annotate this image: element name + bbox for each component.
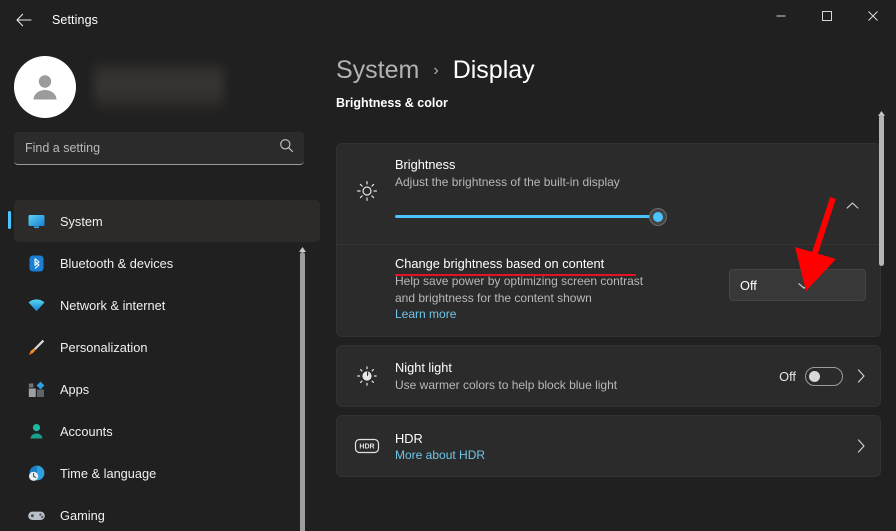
- clock-globe-icon: [26, 463, 46, 483]
- minimize-icon: [775, 10, 787, 22]
- night-light-icon: [351, 365, 383, 387]
- night-light-card[interactable]: Night light Use warmer colors to help bl…: [336, 345, 881, 407]
- brightness-slider[interactable]: [395, 208, 667, 226]
- hdr-badge-icon: HDR: [351, 436, 383, 456]
- sidebar-item-apps[interactable]: Apps: [14, 368, 320, 410]
- title-bar: Settings: [0, 0, 896, 40]
- sidebar-item-label: Accounts: [60, 423, 113, 439]
- back-arrow-icon: [16, 13, 32, 27]
- account-name-redacted: [94, 64, 224, 110]
- main-scroll-thumb[interactable]: [879, 115, 884, 266]
- sidebar-item-label: Bluetooth & devices: [60, 255, 174, 271]
- red-underline-annotation: [395, 274, 636, 276]
- night-light-title: Night light: [395, 360, 452, 375]
- night-light-subtitle: Use warmer colors to help block blue lig…: [395, 378, 618, 392]
- sidebar-item-label: Network & internet: [60, 297, 166, 313]
- sidebar-scrollbar[interactable]: [298, 240, 307, 531]
- hdr-title: HDR: [395, 430, 423, 446]
- sidebar-item-system[interactable]: System: [8, 200, 320, 242]
- adaptive-brightness-row: Change brightness based on content Help …: [337, 245, 880, 334]
- brightness-sun-icon: [351, 156, 383, 202]
- account-icon: [26, 421, 46, 441]
- sidebar-item-label: Time & language: [60, 465, 157, 481]
- search-container: [0, 118, 320, 165]
- main-scrollbar[interactable]: [877, 104, 886, 531]
- avatar: [14, 56, 76, 118]
- sidebar-item-gaming[interactable]: Gaming: [14, 494, 320, 531]
- adaptive-brightness-title: Change brightness based on content: [395, 256, 605, 271]
- sidebar-scroll-thumb[interactable]: [300, 252, 305, 531]
- chevron-up-icon: [846, 197, 859, 215]
- adaptive-brightness-text: Change brightness based on content Help …: [395, 255, 717, 322]
- learn-more-link[interactable]: Learn more: [395, 306, 717, 322]
- sidebar-item-network-internet[interactable]: Network & internet: [14, 284, 320, 326]
- window-controls: [758, 0, 896, 40]
- night-light-toggle-label: Off: [779, 368, 796, 384]
- breadcrumb: System › Display: [320, 40, 896, 92]
- sidebar-nav-list: System Bluetooth & devices Network & int…: [0, 200, 320, 531]
- sidebar-item-personalization[interactable]: Personalization: [14, 326, 320, 368]
- night-light-toggle[interactable]: [805, 366, 843, 386]
- sidebar-item-label: Apps: [60, 381, 90, 397]
- sidebar-item-bluetooth-devices[interactable]: Bluetooth & devices: [14, 242, 320, 284]
- brightness-slider-area: [337, 202, 880, 244]
- search-input[interactable]: [14, 141, 304, 155]
- hdr-controls: [843, 439, 866, 453]
- svg-text:HDR: HDR: [359, 444, 374, 451]
- settings-cards: Brightness Adjust the brightness of the …: [336, 143, 881, 485]
- night-light-row: Night light Use warmer colors to help bl…: [337, 346, 880, 406]
- app-title: Settings: [52, 13, 98, 27]
- settings-window: Settings Find a setting System Bluetooth…: [0, 0, 896, 531]
- search-box[interactable]: [14, 132, 304, 165]
- sidebar-item-label: Gaming: [60, 507, 105, 523]
- hdr-row: HDR HDR More about HDR: [337, 416, 880, 476]
- dropdown-value: Off: [740, 277, 757, 293]
- monitor-icon: [26, 211, 46, 231]
- brightness-expand-button[interactable]: [838, 194, 866, 218]
- main-content: System › Display Brightness & color Brig…: [320, 40, 896, 531]
- gamepad-icon: [26, 505, 46, 525]
- sidebar-nav: System Bluetooth & devices Network & int…: [0, 200, 320, 531]
- person-avatar-icon: [26, 68, 64, 106]
- breadcrumb-parent[interactable]: System: [336, 56, 419, 85]
- sidebar-item-label: System: [60, 213, 103, 229]
- brightness-slider-thumb[interactable]: [649, 208, 667, 226]
- chevron-right-icon[interactable]: [857, 369, 866, 383]
- maximize-icon: [821, 10, 833, 22]
- night-light-text: Night light Use warmer colors to help bl…: [395, 359, 779, 393]
- close-button[interactable]: [850, 0, 896, 32]
- brightness-header[interactable]: Brightness Adjust the brightness of the …: [337, 144, 880, 202]
- apps-icon: [26, 379, 46, 399]
- more-about-hdr-link[interactable]: More about HDR: [395, 447, 843, 463]
- back-button[interactable]: [8, 6, 40, 34]
- chevron-right-icon[interactable]: [857, 439, 866, 453]
- sidebar-item-time-language[interactable]: Time & language: [14, 452, 320, 494]
- section-header: Brightness & color: [336, 96, 448, 110]
- night-light-controls: Off: [779, 366, 866, 386]
- brightness-title: Brightness: [395, 157, 456, 172]
- bluetooth-icon: [26, 253, 46, 273]
- wifi-icon: [26, 295, 46, 315]
- maximize-button[interactable]: [804, 0, 850, 32]
- paintbrush-icon: [26, 337, 46, 357]
- hdr-text: HDR More about HDR: [395, 430, 843, 463]
- breadcrumb-separator: ›: [433, 62, 439, 79]
- sidebar-item-accounts[interactable]: Accounts: [14, 410, 320, 452]
- brightness-card: Brightness Adjust the brightness of the …: [336, 143, 881, 337]
- minimize-button[interactable]: [758, 0, 804, 32]
- sidebar: System Bluetooth & devices: [0, 40, 320, 531]
- search-icon: [279, 138, 294, 158]
- sidebar-item-label: Personalization: [60, 339, 148, 355]
- chevron-down-icon: [797, 278, 856, 293]
- brightness-slider-track: [395, 215, 657, 218]
- adaptive-brightness-subtitle-line2: and brightness for the content shown: [395, 291, 592, 305]
- brightness-subtitle: Adjust the brightness of the built-in di…: [395, 175, 620, 189]
- hdr-card[interactable]: HDR HDR More about HDR: [336, 415, 881, 477]
- close-icon: [867, 10, 879, 22]
- brightness-text: Brightness Adjust the brightness of the …: [395, 156, 866, 202]
- page-title: Display: [452, 56, 535, 84]
- account-profile[interactable]: [0, 40, 320, 118]
- adaptive-brightness-dropdown[interactable]: Off: [729, 269, 866, 301]
